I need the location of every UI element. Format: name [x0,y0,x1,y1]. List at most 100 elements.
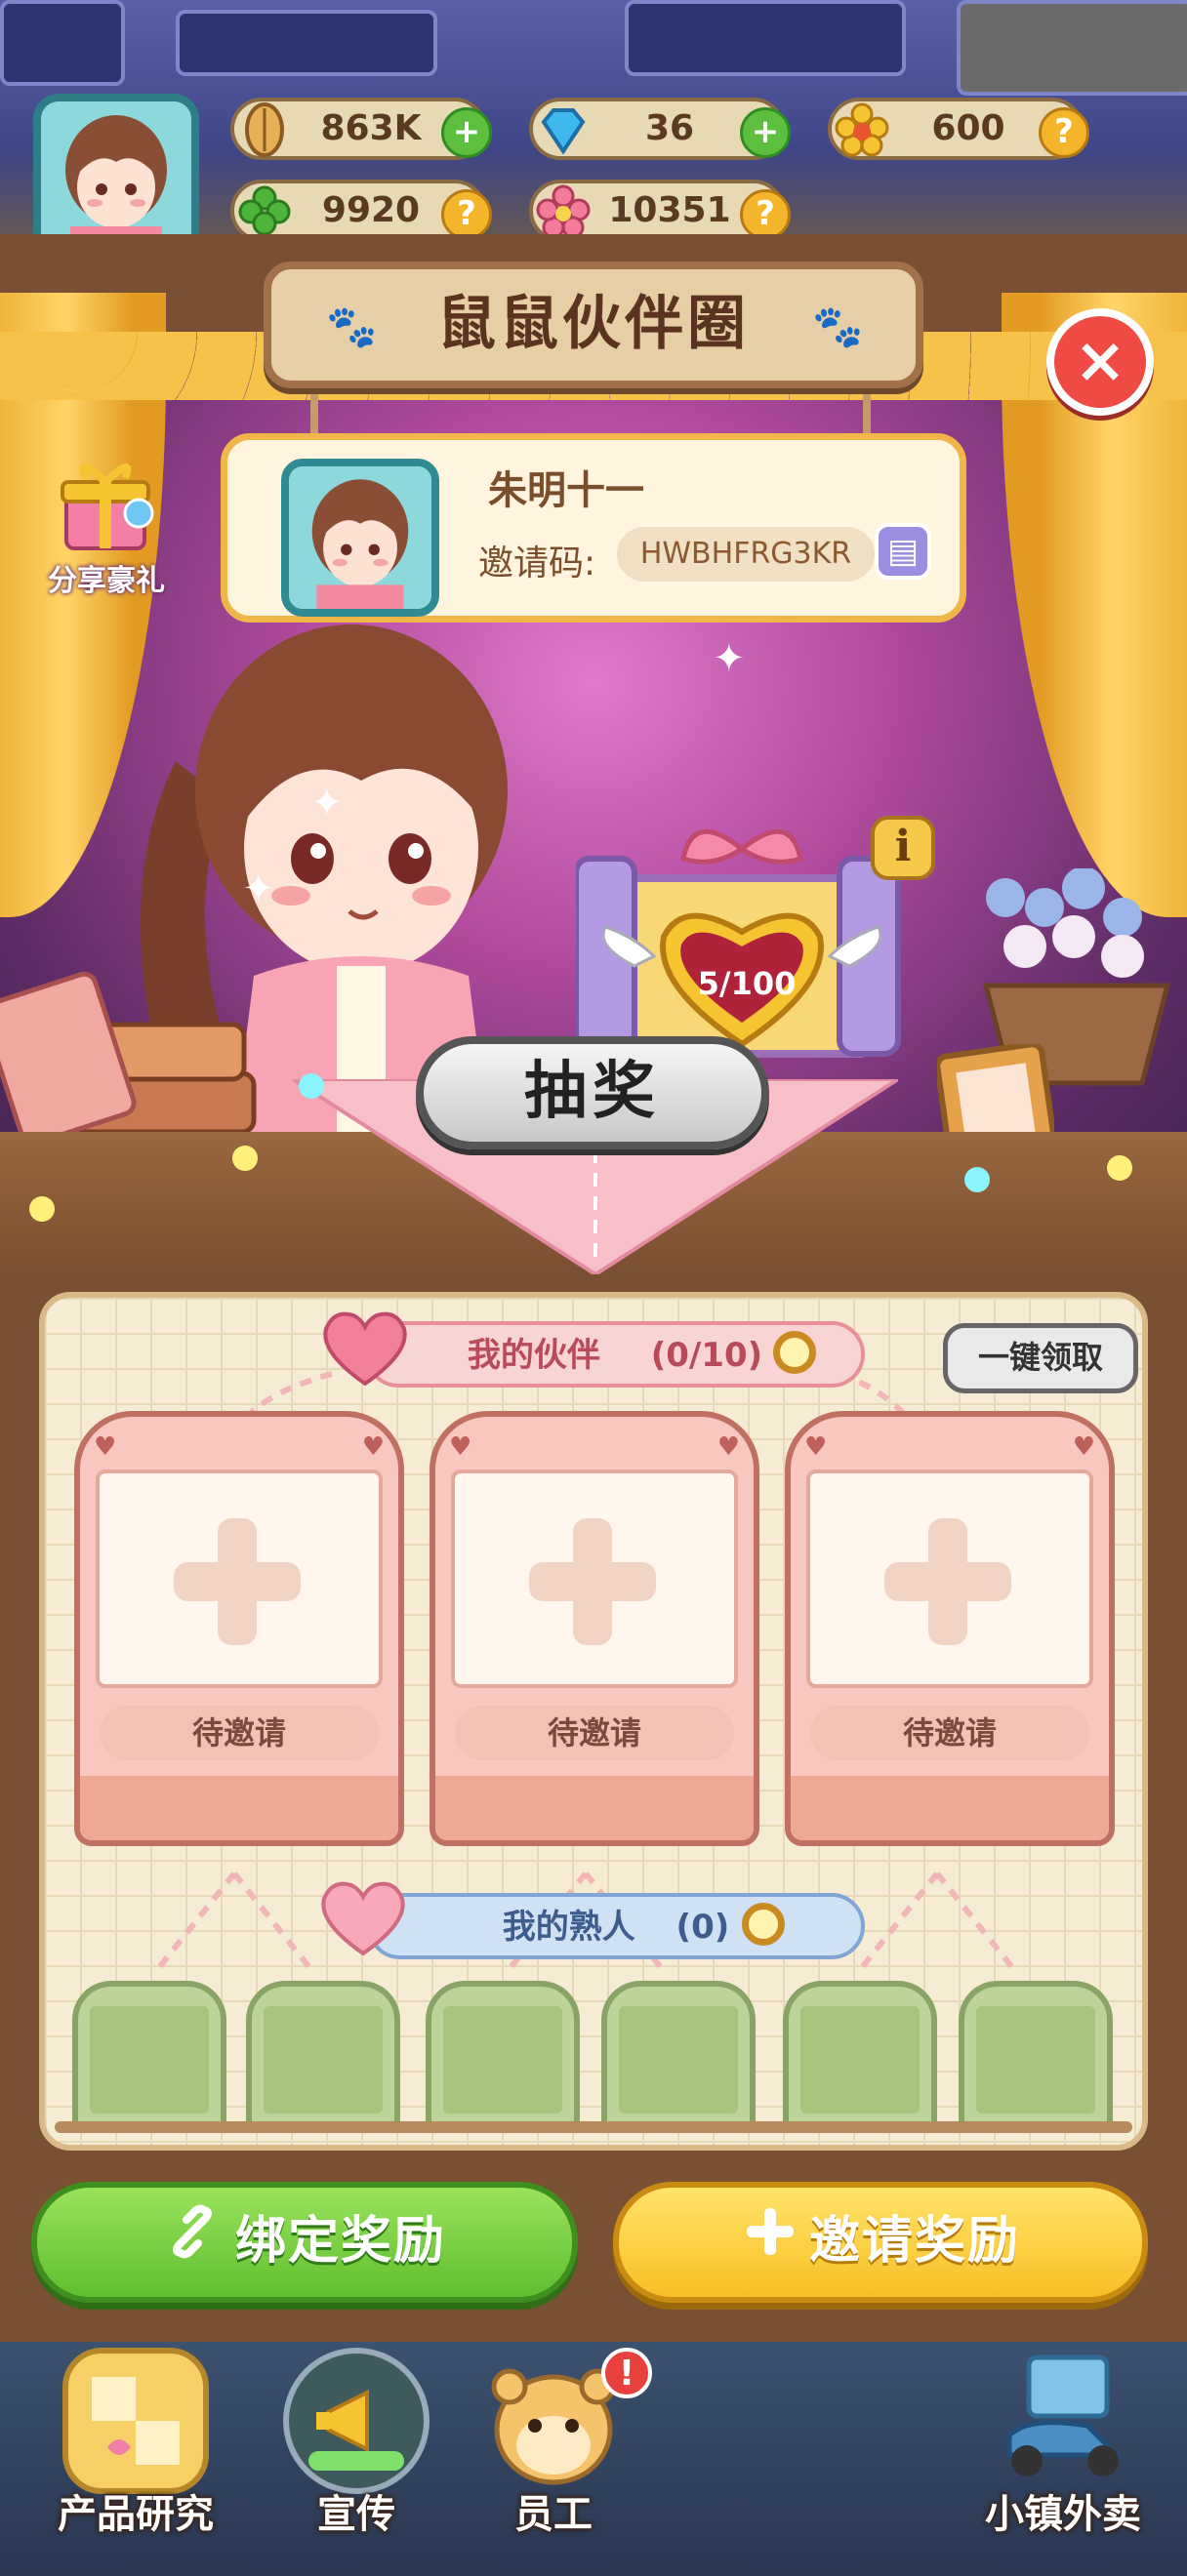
resource-clover: 9920 ? [230,180,492,242]
acquaintance-slot-inner [800,2006,920,2113]
search-partners-icon[interactable] [773,1331,816,1374]
nav-product-research[interactable]: 产品研究 [43,2348,228,2572]
light-bulb [299,1073,324,1099]
partner-slot[interactable]: ♥ ♥ 待邀请 [430,1411,759,1846]
share-gift-button[interactable]: 分享豪礼 [33,449,180,598]
paw-icon: 🐾 [812,302,864,350]
sparkle-icon: ✦ [242,866,275,911]
my-partners-label: 我的伙伴 [467,1336,600,1375]
backdrop-tile [957,0,1187,96]
delivery-scooter-icon [990,2348,1136,2494]
search-acquaintances-icon[interactable] [742,1903,785,1946]
copy-icon[interactable]: ▤ [875,523,931,580]
invite-reward-label: 邀请奖励 [808,2212,1020,2271]
info-button[interactable]: i [871,816,935,880]
nav-label: 产品研究 [58,2492,214,2537]
plus-icon [741,2191,799,2298]
backdrop-tile [176,10,437,76]
add-partner-icon-bar [884,1562,1011,1601]
link-icon [163,2191,222,2298]
my-partners-count: (0/10) [650,1336,763,1375]
acquaintance-slot-inner [619,2006,738,2113]
acquaintance-slot-inner [443,2006,562,2113]
partner-slot[interactable]: ♥ ♥ 待邀请 [74,1411,404,1846]
slot-status: 待邀请 [100,1706,379,1760]
invite-code-value: HWBHFRG3KR [617,527,875,582]
invite-reward-button[interactable]: 邀请奖励 [613,2182,1148,2303]
light-bulb [1107,1155,1132,1181]
acquaintance-slot[interactable] [959,1981,1113,2129]
acquaintance-slot[interactable] [426,1981,580,2129]
bind-reward-label: 绑定奖励 [234,2212,446,2271]
slot-wave [435,1776,754,1840]
bind-reward-button[interactable]: 绑定奖励 [31,2182,578,2303]
resource-pink-flower: 10351 ? [529,180,791,242]
acquaintance-slot-inner [976,2006,1095,2113]
acquaintance-shelf [55,2121,1132,2133]
slot-status: 待邀请 [810,1706,1089,1760]
title-sign: 🐾 鼠鼠伙伴圈 🐾 [264,262,923,388]
player-avatar [281,459,439,617]
close-button[interactable]: × [1046,308,1154,416]
draw-lottery-button[interactable]: 抽奖 [416,1036,769,1149]
nav-promotion[interactable]: 宣传 [264,2348,449,2572]
small-heart-icon: ♥ [449,1432,472,1462]
acquaintance-slot[interactable] [72,1981,226,2129]
partner-slot[interactable]: ♥ ♥ 待邀请 [785,1411,1115,1846]
acquaintance-slot[interactable] [601,1981,756,2129]
acquaintance-slot-inner [264,2006,383,2113]
add-partner-icon-bar [529,1562,656,1601]
backdrop-tile [0,0,125,86]
acquaintance-slot[interactable] [246,1981,400,2129]
small-heart-icon: ♥ [94,1432,117,1462]
books-decoration [0,966,273,1151]
player-name: 朱明十一 [488,468,644,513]
invite-code-label: 邀请码: [478,543,596,584]
heart-icon [320,1309,407,1387]
chest-progress: 5/100 [697,965,797,1002]
acquaintance-slot[interactable] [783,1981,937,2129]
light-bulb [29,1196,55,1222]
nav-label: 小镇外卖 [985,2492,1141,2537]
add-partner-icon-bar [174,1562,301,1601]
my-acquaintances-count: (0) [675,1908,730,1947]
add-diamond-button[interactable]: + [740,107,791,158]
sparkle-icon: ✦ [713,636,746,681]
resource-diamond: 36 + [529,98,791,160]
small-heart-icon: ♥ [804,1432,828,1462]
resource-flower-coin: 600 ? [828,98,1089,160]
help-flower-coin-button[interactable]: ? [1039,107,1089,158]
help-pink-flower-button[interactable]: ? [740,189,791,240]
light-bulb [232,1146,258,1171]
megaphone-icon [283,2348,430,2494]
add-seed-button[interactable]: + [441,107,492,158]
heart-icon [318,1879,405,1956]
light-bulb [964,1167,990,1192]
diamond-icon [527,94,599,166]
resource-value: 600 [931,108,1005,148]
nav-town-delivery[interactable]: 小镇外卖 [970,2348,1156,2572]
notification-badge: ! [601,2348,652,2398]
resource-value: 36 [644,108,695,148]
small-heart-icon: ♥ [716,1432,740,1462]
slot-wave [791,1776,1109,1840]
my-acquaintances-header: 我的熟人 (0) [367,1893,865,1959]
claim-all-button[interactable]: 一键领取 [943,1323,1138,1393]
resource-value: 863K [320,108,422,148]
nav-label: 员工 [514,2492,593,2537]
resource-seed: 863K + [230,98,492,160]
help-clover-button[interactable]: ? [441,189,492,240]
gift-box-icon [57,455,154,552]
resource-value: 10351 [608,190,731,230]
backdrop-tile [625,0,906,76]
my-acquaintances-label: 我的熟人 [502,1908,635,1947]
flower-coin-icon [826,94,898,166]
nav-label: 宣传 [317,2492,395,2537]
product-research-icon [62,2348,209,2494]
acquaintance-slot-inner [90,2006,209,2113]
resource-value: 9920 [321,190,421,230]
sparkle-icon: ✦ [310,781,344,825]
share-gift-label: 分享豪礼 [48,564,165,598]
small-heart-icon: ♥ [1072,1432,1095,1462]
nav-staff[interactable]: ! 员工 [461,2348,652,2572]
